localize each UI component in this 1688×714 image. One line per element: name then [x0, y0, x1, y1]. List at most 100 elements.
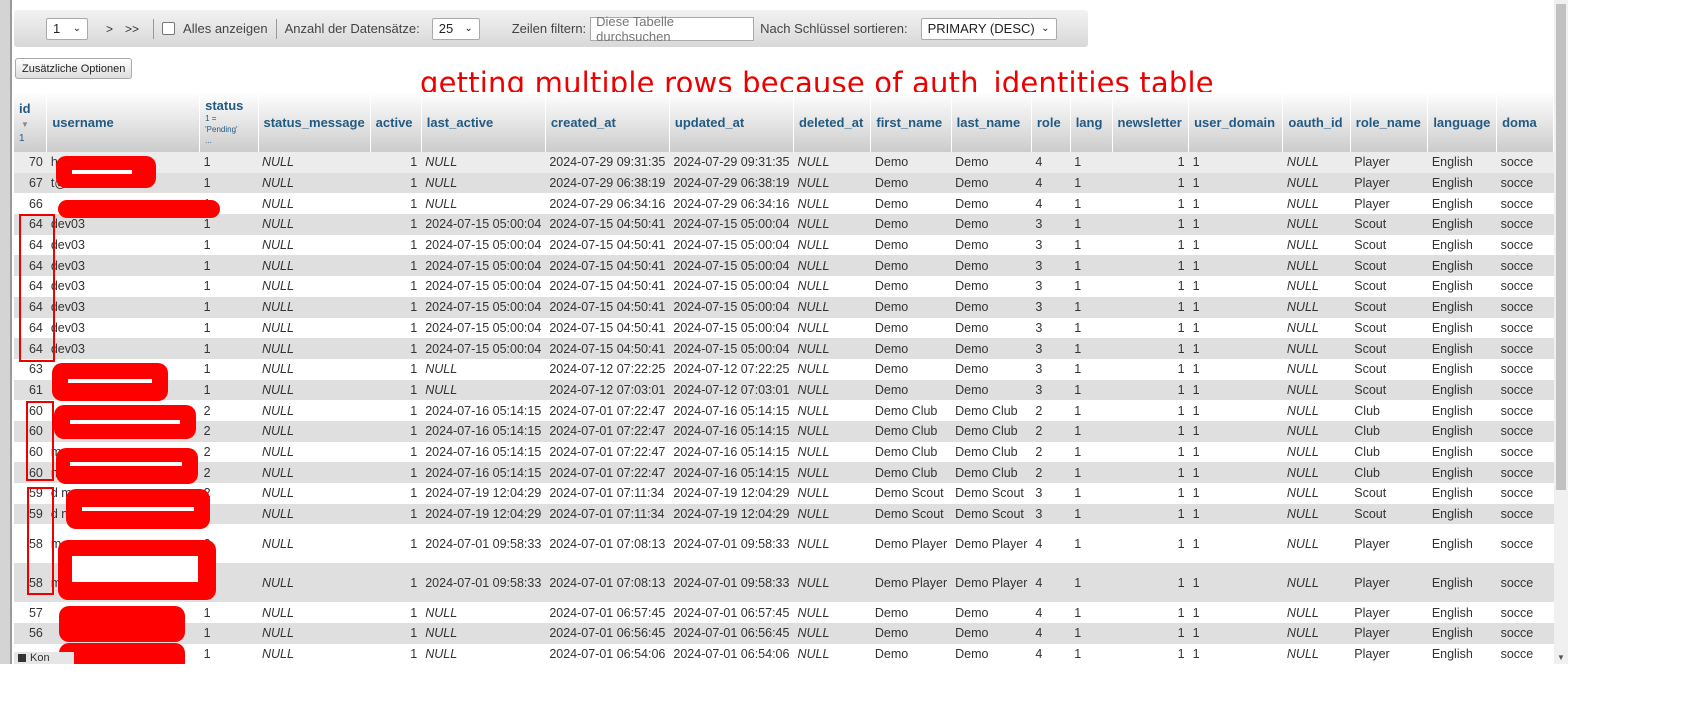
table-row[interactable]: 60 n 2 NULL 1 2024-07-16 05:14:15 2024-07-01 0…	[14, 462, 1554, 483]
cell-status[interactable]: 1	[199, 643, 258, 664]
cell-last-name[interactable]: Demo Player	[951, 524, 1032, 564]
cell-updated-at[interactable]: 2024-07-01 09:58:33	[669, 563, 794, 603]
cell-role-name[interactable]: Scout	[1350, 276, 1428, 297]
cell-status-message[interactable]: NULL	[258, 420, 371, 442]
cell-status[interactable]: 1	[199, 172, 258, 194]
cell-domain[interactable]: socce	[1496, 462, 1554, 483]
cell-status[interactable]: 1	[199, 338, 258, 359]
cell-role-name[interactable]: Scout	[1350, 358, 1428, 380]
cell-created-at[interactable]: 2024-07-15 04:50:41	[545, 255, 670, 277]
cell-role-name[interactable]: Club	[1350, 441, 1428, 463]
cell-role[interactable]: 2	[1031, 400, 1071, 421]
cell-role[interactable]: 3	[1031, 276, 1071, 297]
cell-user-domain[interactable]: 1	[1188, 276, 1283, 297]
cell-last-active[interactable]: 2024-07-16 05:14:15	[421, 441, 546, 463]
cell-role-name[interactable]: Player	[1350, 524, 1428, 564]
cell-updated-at[interactable]: 2024-07-15 05:00:04	[669, 338, 794, 359]
cell-status-message[interactable]: NULL	[258, 400, 371, 421]
cell-lang[interactable]: 1	[1070, 623, 1112, 644]
cell-last-active[interactable]: NULL	[421, 152, 546, 173]
column-header-oauth-id[interactable]: oauth_id	[1282, 92, 1351, 152]
cell-lang[interactable]: 1	[1070, 462, 1112, 483]
cell-domain[interactable]: socce	[1496, 214, 1554, 235]
cell-first-name[interactable]: Demo	[870, 317, 952, 339]
column-header-lang[interactable]: lang	[1070, 92, 1113, 152]
cell-last-name[interactable]: Demo Club	[951, 420, 1032, 442]
cell-oauth-id[interactable]: NULL	[1282, 420, 1351, 442]
table-row[interactable]: 63 1 NULL 1 NULL 2024-07-12 07:22:25 2024-07-1…	[14, 358, 1554, 380]
cell-id[interactable]: 66	[14, 193, 47, 215]
cell-language[interactable]: English	[1427, 441, 1497, 463]
cell-oauth-id[interactable]: NULL	[1282, 400, 1351, 421]
cell-role-name[interactable]: Player	[1350, 193, 1428, 215]
cell-user-domain[interactable]: 1	[1188, 400, 1283, 421]
cell-oauth-id[interactable]: NULL	[1282, 379, 1351, 401]
column-header-label[interactable]: id	[19, 101, 41, 116]
cell-status-message[interactable]: NULL	[258, 602, 371, 624]
vertical-scrollbar[interactable]: ▼	[1554, 0, 1568, 664]
cell-role[interactable]: 4	[1031, 524, 1071, 564]
cell-role[interactable]: 4	[1031, 602, 1071, 624]
cell-status-message[interactable]: NULL	[258, 524, 371, 564]
cell-lang[interactable]: 1	[1070, 276, 1112, 297]
cell-active[interactable]: 1	[370, 358, 422, 380]
cell-role-name[interactable]: Player	[1350, 152, 1428, 173]
cell-language[interactable]: English	[1427, 276, 1497, 297]
column-header-role-name[interactable]: role_name	[1350, 92, 1429, 152]
cell-last-active[interactable]: NULL	[421, 193, 546, 215]
cell-created-at[interactable]: 2024-07-15 04:50:41	[545, 317, 670, 339]
column-header-status[interactable]: status 1 = 'Pending'...	[199, 92, 259, 152]
cell-last-name[interactable]: Demo	[951, 255, 1032, 277]
cell-username[interactable]: dev03	[46, 317, 200, 339]
cell-created-at[interactable]: 2024-07-15 04:50:41	[545, 234, 670, 256]
cell-last-active[interactable]: 2024-07-15 05:00:04	[421, 234, 546, 256]
cell-updated-at[interactable]: 2024-07-12 07:03:01	[669, 379, 794, 401]
cell-status[interactable]: 1	[199, 602, 258, 624]
sort-descending-icon[interactable]: ▼	[21, 120, 41, 129]
cell-user-domain[interactable]: 1	[1188, 214, 1283, 235]
cell-last-name[interactable]: Demo Player	[951, 563, 1032, 603]
cell-oauth-id[interactable]: NULL	[1282, 524, 1351, 564]
cell-status-message[interactable]: NULL	[258, 214, 371, 235]
cell-domain[interactable]: socce	[1496, 524, 1554, 564]
cell-language[interactable]: English	[1427, 234, 1497, 256]
cell-user-domain[interactable]: 1	[1188, 317, 1283, 339]
cell-deleted-at[interactable]: NULL	[793, 338, 871, 359]
cell-role[interactable]: 4	[1031, 643, 1071, 664]
cell-last-active[interactable]: 2024-07-15 05:00:04	[421, 276, 546, 297]
table-row[interactable]: 58 m2NULL12024-07-01 09:58:332024-07-01 …	[14, 524, 1554, 564]
cell-oauth-id[interactable]: NULL	[1282, 255, 1351, 277]
cell-username[interactable]: dev03	[46, 234, 200, 256]
cell-active[interactable]: 1	[370, 338, 422, 359]
cell-domain[interactable]: socce	[1496, 602, 1554, 624]
column-header-label[interactable]: deleted_at	[799, 115, 863, 130]
cell-status[interactable]: 1	[199, 234, 258, 256]
column-header-active[interactable]: active	[370, 92, 422, 152]
table-row[interactable]: 1 NULL 1 NULL 2024-07-01 06:54:06 2024-07-01 …	[14, 643, 1554, 664]
column-header-label[interactable]: last_name	[957, 115, 1021, 130]
cell-first-name[interactable]: Demo	[870, 276, 952, 297]
table-row[interactable]: 56 1 NULL 1 NULL 2024-07-01 06:56:45 2024-07-0…	[14, 623, 1554, 644]
cell-deleted-at[interactable]: NULL	[793, 379, 871, 401]
sort-by-key-select[interactable]: PRIMARY (DESC) ⌄	[920, 17, 1057, 40]
cell-domain[interactable]: socce	[1496, 379, 1554, 401]
cell-status-message[interactable]: NULL	[258, 193, 371, 215]
cell-created-at[interactable]: 2024-07-01 07:11:34	[545, 503, 670, 525]
next-page-button[interactable]: >	[100, 14, 119, 44]
cell-user-domain[interactable]: 1	[1188, 420, 1283, 442]
column-header-label[interactable]: language	[1433, 115, 1490, 130]
cell-newsletter[interactable]: 1	[1112, 623, 1189, 644]
cell-last-name[interactable]: Demo	[951, 172, 1032, 194]
cell-domain[interactable]: socce	[1496, 358, 1554, 380]
cell-active[interactable]: 1	[370, 379, 422, 401]
scroll-down-arrow-icon[interactable]: ▼	[1557, 653, 1565, 662]
cell-created-at[interactable]: 2024-07-29 06:38:19	[545, 172, 670, 194]
cell-deleted-at[interactable]: NULL	[793, 358, 871, 380]
cell-lang[interactable]: 1	[1070, 358, 1112, 380]
cell-role-name[interactable]: Club	[1350, 420, 1428, 442]
cell-last-active[interactable]: 2024-07-19 12:04:29	[421, 483, 546, 504]
cell-deleted-at[interactable]: NULL	[793, 193, 871, 215]
show-all-checkbox[interactable]	[162, 22, 176, 35]
cell-last-active[interactable]: 2024-07-16 05:14:15	[421, 400, 546, 421]
cell-domain[interactable]: socce	[1496, 400, 1554, 421]
